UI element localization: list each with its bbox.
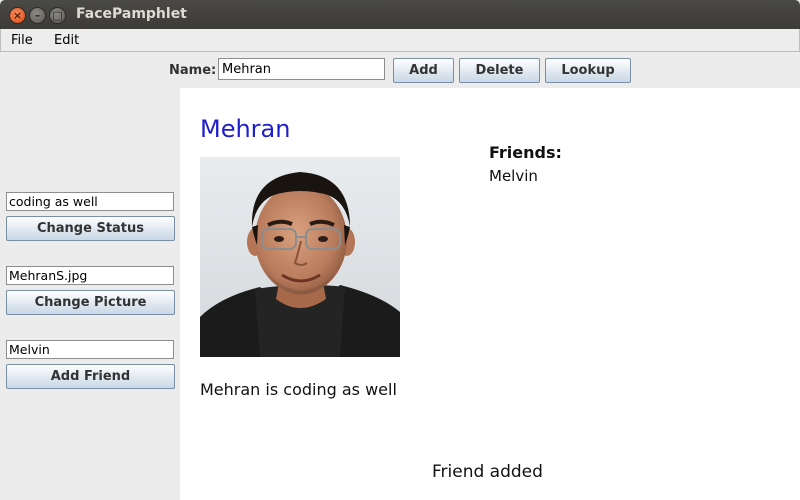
menu-edit[interactable]: Edit: [54, 33, 79, 48]
window-title-bar: × – □ FacePamphlet: [0, 0, 800, 29]
friend-input[interactable]: [6, 340, 174, 359]
delete-button[interactable]: Delete: [459, 58, 540, 83]
west-control-panel: Change Status Change Picture Add Friend: [0, 88, 180, 500]
status-input[interactable]: [6, 192, 174, 211]
change-picture-button[interactable]: Change Picture: [6, 290, 175, 315]
maximize-icon[interactable]: □: [49, 7, 66, 24]
profile-photo: [200, 157, 400, 357]
add-button[interactable]: Add: [393, 58, 454, 83]
application-message: Friend added: [432, 462, 543, 482]
north-toolbar: Name: Add Delete Lookup: [0, 52, 800, 88]
friend-list-item: Melvin: [489, 167, 538, 185]
picture-input[interactable]: [6, 266, 174, 285]
menu-bar: File Edit: [0, 29, 800, 52]
status-text: Mehran is coding as well: [200, 380, 397, 399]
menu-file[interactable]: File: [11, 33, 33, 48]
minimize-icon[interactable]: –: [29, 7, 46, 24]
name-label: Name:: [169, 63, 217, 78]
profile-canvas: Mehran Friends: Melvin Mehran is coding …: [180, 88, 800, 500]
change-status-button[interactable]: Change Status: [6, 216, 175, 241]
name-input[interactable]: [218, 58, 385, 80]
profile-photo-image: [200, 157, 400, 357]
close-icon[interactable]: ×: [9, 7, 26, 24]
friends-heading: Friends:: [489, 143, 562, 162]
profile-name: Mehran: [200, 115, 291, 143]
add-friend-button[interactable]: Add Friend: [6, 364, 175, 389]
lookup-button[interactable]: Lookup: [545, 58, 631, 83]
window-title: FacePamphlet: [76, 6, 187, 22]
